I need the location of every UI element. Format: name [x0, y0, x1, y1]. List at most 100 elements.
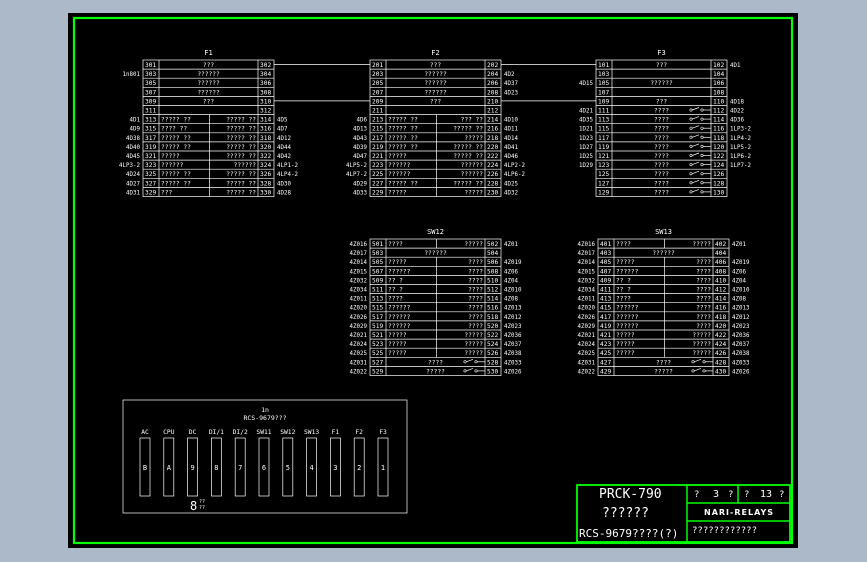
contact-node: [689, 181, 693, 185]
terminal-text: ????: [616, 296, 631, 303]
terminal-text: ???: [161, 189, 172, 196]
terminal-number: 201: [372, 62, 383, 69]
terminal-number: 223: [372, 162, 383, 169]
terminal-number: 422: [715, 332, 726, 339]
block-title: F2: [431, 49, 439, 57]
terminal-text: ??????: [424, 80, 447, 87]
terminal-text: ?????: [692, 350, 711, 357]
external-terminal: 4Z029: [578, 324, 596, 330]
terminal-number: 214: [487, 117, 498, 124]
terminal-text: ?????: [426, 368, 445, 375]
contact-node: [689, 154, 693, 158]
external-terminal: 1D27: [579, 145, 593, 151]
external-terminal: 4Z013: [732, 306, 750, 312]
external-terminal: 4Z024: [578, 342, 596, 348]
terminal-text: ????: [468, 296, 483, 303]
terminal-text: ??????: [424, 89, 447, 96]
terminal-number: 216: [487, 126, 498, 133]
terminal-number: 319: [145, 144, 156, 151]
terminal-text: ??????: [388, 305, 411, 312]
contact-node: [689, 163, 693, 167]
terminal-text: ????? ??: [161, 171, 191, 178]
contact-node: [700, 154, 704, 158]
terminal-number: 401: [600, 241, 611, 248]
external-terminal: 4Z012: [504, 315, 521, 321]
external-terminal: 4Z032: [578, 278, 595, 284]
terminal-number: 207: [372, 89, 383, 96]
terminal-number: 321: [145, 153, 156, 160]
sheet-value: 3: [713, 489, 720, 500]
terminal-number: 309: [145, 98, 156, 105]
terminal-number: 428: [715, 359, 726, 366]
terminal-number: 519: [372, 323, 383, 330]
terminal-number: 222: [487, 153, 498, 160]
terminal-text: ?????: [388, 259, 407, 266]
terminal-number: 420: [715, 323, 726, 330]
terminal-number: 227: [372, 180, 383, 187]
terminal-text: ????? ??: [453, 153, 483, 160]
terminal-text: ?????: [464, 241, 483, 248]
terminal-text: ????: [468, 323, 483, 330]
terminal-text: ????: [654, 189, 669, 196]
terminal-text: ??????: [197, 71, 220, 78]
terminal-text: ?????: [388, 332, 407, 339]
external-terminal: 4D41: [504, 145, 518, 151]
external-terminal: 4Z031: [350, 360, 368, 366]
terminal-text: ????? ??: [388, 126, 418, 133]
terminal-text: ?? ?: [616, 287, 631, 294]
external-terminal: 1D21: [579, 127, 593, 133]
device-model: RCS-9679???: [243, 414, 286, 422]
contact-blade: [692, 152, 700, 156]
terminal-text: ???: [656, 62, 667, 69]
external-terminal: 4Z033: [504, 360, 522, 366]
terminal-text: ????: [696, 287, 711, 294]
external-terminal: 4Z037: [504, 342, 522, 348]
terminal-number: 304: [260, 71, 271, 78]
external-terminal: 4D30: [277, 181, 291, 187]
terminal-text: ????? ??: [161, 144, 191, 151]
terminal-number: 102: [713, 62, 724, 69]
contact-node: [700, 144, 704, 148]
contact-blade: [692, 116, 700, 120]
terminal-number: 329: [145, 189, 156, 196]
terminal-number: 416: [715, 305, 726, 312]
external-terminal: 4Z021: [578, 333, 596, 339]
slot-label: SW11: [256, 429, 271, 436]
title-bottom: ????????????: [692, 526, 758, 536]
slot-number: 9: [190, 464, 194, 472]
terminal-number: 515: [372, 305, 383, 312]
contact-node: [689, 117, 693, 121]
external-terminal: 4D39: [353, 145, 367, 151]
terminal-text: ????? ??: [226, 153, 256, 160]
terminal-text: ????: [468, 268, 483, 275]
terminal-text: ??????: [424, 250, 447, 257]
slot-number: 1: [381, 464, 385, 472]
terminal-number: 218: [487, 135, 498, 142]
external-terminal: 4Z021: [350, 333, 368, 339]
slot-number: 6: [262, 464, 266, 472]
terminal-text: ??????: [197, 80, 220, 87]
external-terminal: 4Z034: [350, 288, 368, 294]
terminal-text: ????: [696, 323, 711, 330]
contact-node: [689, 172, 693, 176]
slot-number: 4: [309, 464, 313, 472]
device-title: 1n: [261, 406, 269, 414]
block-title: F3: [657, 49, 665, 57]
terminal-number: 108: [713, 89, 724, 96]
external-terminal: 4D5: [277, 118, 288, 124]
terminal-number: 527: [372, 359, 383, 366]
terminal-text: ????? ??: [453, 126, 483, 133]
external-terminal: 4Z04: [504, 278, 518, 284]
external-terminal: 4Z011: [350, 297, 368, 303]
external-terminal: 4Z020: [578, 306, 596, 312]
terminal-text: ????? ??: [161, 180, 191, 187]
terminal-number: 510: [487, 277, 498, 284]
external-terminal: 4Z017: [350, 251, 368, 257]
terminal-number: 414: [715, 296, 726, 303]
terminal-number: 305: [145, 80, 156, 87]
terminal-number: 224: [487, 162, 498, 169]
external-terminal: 4D9: [130, 127, 141, 133]
terminal-number: 423: [600, 341, 611, 348]
terminal-text: ????: [468, 287, 483, 294]
terminal-text: ????? ??: [453, 144, 483, 151]
